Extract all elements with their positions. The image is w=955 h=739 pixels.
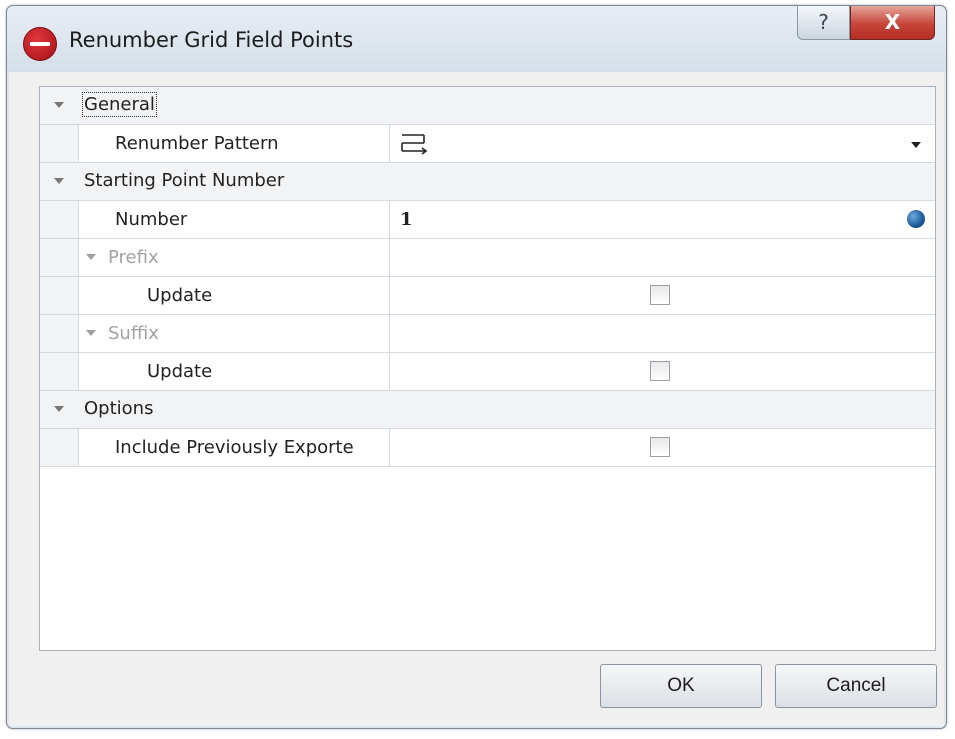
property-name-cell: Update: [78, 277, 390, 314]
prefix-label: Prefix: [108, 247, 159, 268]
dialog-window: Renumber Grid Field Points ? X General R…: [6, 5, 947, 729]
cancel-button[interactable]: Cancel: [775, 664, 937, 708]
row-indent: [40, 315, 79, 352]
renumber-pattern-label: Renumber Pattern: [115, 133, 279, 154]
include-previously-exported-cell: [390, 429, 935, 466]
prefix-value: [390, 239, 935, 276]
property-row-number: Number 1: [40, 201, 935, 239]
property-name-cell: Renumber Pattern: [78, 125, 390, 162]
collapse-arrow-icon[interactable]: [86, 254, 96, 260]
property-row-renumber-pattern: Renumber Pattern: [40, 125, 935, 163]
close-button[interactable]: X: [850, 6, 935, 40]
category-starting-point-label: Starting Point Number: [84, 170, 285, 191]
row-indent: [40, 239, 79, 276]
category-starting-point-number[interactable]: Starting Point Number: [40, 163, 935, 201]
property-row-suffix-update: Update: [40, 353, 935, 391]
category-general[interactable]: General: [40, 87, 935, 125]
category-options[interactable]: Options: [40, 391, 935, 429]
collapse-arrow-icon[interactable]: [86, 330, 96, 336]
row-indent: [40, 201, 79, 238]
collapse-arrow-icon[interactable]: [54, 102, 64, 108]
collapse-arrow-icon[interactable]: [54, 178, 64, 184]
number-input[interactable]: 1: [390, 201, 935, 238]
suffix-value: [390, 315, 935, 352]
property-grid: General Renumber Pattern Starting Point …: [39, 86, 936, 651]
ok-button[interactable]: OK: [600, 664, 762, 708]
collapse-arrow-icon[interactable]: [54, 406, 64, 412]
property-name-cell: Prefix: [78, 239, 390, 276]
subcategory-suffix[interactable]: Suffix: [40, 315, 935, 353]
title-bar[interactable]: Renumber Grid Field Points ? X: [7, 6, 946, 72]
include-previously-exported-label: Include Previously Exporte: [115, 437, 354, 458]
property-name-cell: Update: [78, 353, 390, 390]
property-row-include-previously-exported: Include Previously Exporte: [40, 429, 935, 467]
dialog-title: Renumber Grid Field Points: [69, 28, 354, 52]
prefix-update-cell: [390, 277, 935, 314]
renumber-pattern-dropdown[interactable]: [390, 125, 935, 162]
chevron-down-icon[interactable]: [911, 142, 921, 148]
row-indent: [40, 277, 79, 314]
row-indent: [40, 125, 79, 162]
row-indent: [40, 429, 79, 466]
include-previously-exported-checkbox[interactable]: [650, 437, 670, 457]
category-general-label: General: [82, 92, 157, 117]
suffix-label: Suffix: [108, 323, 159, 344]
prefix-update-checkbox[interactable]: [650, 285, 670, 305]
property-name-cell: Suffix: [78, 315, 390, 352]
help-button[interactable]: ?: [797, 6, 850, 40]
subcategory-prefix[interactable]: Prefix: [40, 239, 935, 277]
property-name-cell: Number: [78, 201, 390, 238]
suffix-update-checkbox[interactable]: [650, 361, 670, 381]
suffix-update-cell: [390, 353, 935, 390]
dialog-content: General Renumber Pattern Starting Point …: [9, 72, 944, 726]
prefix-update-label: Update: [147, 285, 213, 306]
number-label: Number: [115, 209, 188, 230]
number-value: 1: [400, 209, 413, 230]
property-row-prefix-update: Update: [40, 277, 935, 315]
globe-icon[interactable]: [907, 210, 925, 228]
row-indent: [40, 353, 79, 390]
property-name-cell: Include Previously Exporte: [78, 429, 390, 466]
app-logo-icon: [23, 27, 57, 61]
suffix-update-label: Update: [147, 361, 213, 382]
category-options-label: Options: [84, 398, 154, 419]
pattern-rows-icon: [401, 134, 428, 155]
